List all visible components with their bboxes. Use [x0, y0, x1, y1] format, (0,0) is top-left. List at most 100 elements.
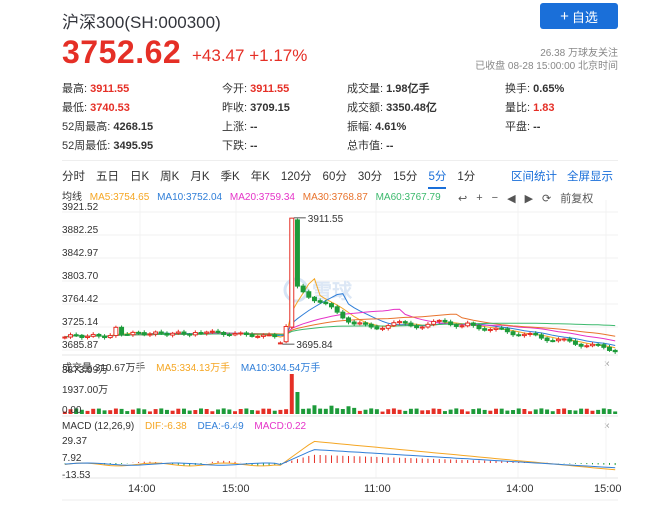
candle-body — [487, 328, 493, 331]
candle-body — [329, 303, 334, 308]
volume-bar — [193, 410, 198, 414]
volume-bar — [414, 408, 419, 414]
candle-body — [533, 332, 539, 336]
candle-body — [380, 327, 386, 330]
volume-bar — [289, 374, 294, 414]
volume-bar — [425, 410, 430, 414]
macd-dea-line — [64, 449, 616, 469]
volume-bar — [329, 405, 334, 414]
candle-body — [266, 334, 272, 337]
candle-body — [578, 343, 584, 347]
candle-body — [73, 334, 79, 337]
candle-body — [198, 332, 204, 335]
candle-body — [431, 320, 437, 325]
candle-body — [255, 335, 261, 338]
candle-body — [459, 325, 465, 328]
volume-bar — [408, 408, 413, 414]
candle-body — [170, 332, 176, 336]
volume-bar — [130, 409, 135, 414]
price-axis-label: 3764.42 — [62, 294, 99, 305]
volume-bar — [108, 410, 113, 414]
candle-body — [340, 311, 346, 319]
volume-axis-label: 3873.99万 — [62, 365, 108, 376]
candle-body — [164, 332, 170, 336]
candle-body — [357, 322, 363, 325]
volume-bar — [176, 408, 181, 414]
volume-bar — [584, 408, 589, 414]
candle-body — [277, 342, 283, 345]
price-axis-label: 3803.70 — [62, 271, 99, 282]
volume-bar — [142, 409, 147, 414]
volume-bar — [579, 408, 584, 414]
volume-bar — [238, 408, 243, 414]
candle-body — [391, 322, 397, 327]
volume-bar — [170, 410, 175, 414]
volume-bar — [477, 408, 481, 414]
volume-bar — [539, 408, 544, 414]
volume-bar — [494, 408, 499, 414]
kline-chart[interactable]: 雪球 3911.55 3695.84 3921.52 3882.25 3842.97 38… — [0, 0, 650, 508]
volume-bar — [85, 410, 90, 414]
high-annotation: 3911.55 — [308, 214, 344, 225]
candle-body — [311, 296, 317, 302]
candle-body — [374, 326, 380, 330]
volume-bar — [261, 408, 266, 414]
volume-bar — [545, 409, 550, 414]
volume-bar — [91, 408, 96, 414]
candle-body — [567, 338, 573, 342]
volume-bar — [516, 408, 521, 414]
volume-bar — [459, 409, 464, 414]
candle-body — [436, 319, 442, 322]
candle-body — [306, 291, 312, 298]
volume-bar — [601, 408, 606, 414]
candle-body — [283, 325, 289, 343]
volume-bar — [431, 408, 436, 414]
volume-bar — [607, 409, 612, 414]
volume-bar — [511, 410, 516, 414]
candle-body — [465, 322, 471, 327]
candle-body — [317, 300, 323, 303]
candle-body — [232, 333, 238, 336]
candle-body — [300, 285, 306, 293]
x-tick-0: 14:00 — [128, 483, 156, 495]
volume-bar — [318, 408, 323, 414]
volume-bar — [465, 411, 470, 414]
candle-body — [158, 331, 164, 334]
candle-body — [289, 217, 295, 328]
volume-bar — [301, 408, 306, 414]
candle-body — [572, 340, 578, 345]
candle-body — [425, 323, 431, 328]
candle-body — [584, 345, 590, 348]
volume-bar — [420, 410, 425, 414]
volume-bar — [346, 406, 351, 414]
volume-bar — [505, 410, 510, 414]
volume-bar — [272, 410, 277, 414]
volume-bar — [448, 409, 453, 414]
volume-bar — [442, 411, 447, 414]
candle-body — [419, 326, 425, 329]
volume-bar — [522, 409, 527, 414]
x-tick-4: 15:00 — [594, 483, 622, 495]
volume-bar — [403, 410, 408, 414]
price-axis-label: 3921.52 — [62, 202, 99, 213]
price-axis-label: 3842.97 — [62, 248, 99, 259]
volume-bar — [221, 408, 226, 414]
volume-bar — [567, 410, 572, 414]
candle-body — [130, 331, 136, 336]
ma60-line — [64, 322, 616, 338]
volume-bar — [102, 410, 107, 414]
candle-body — [442, 319, 448, 323]
candle-body — [607, 346, 612, 351]
candle-body — [589, 343, 595, 347]
price-axis-label: 3685.87 — [62, 340, 99, 351]
candle-body — [561, 338, 567, 341]
volume-bar — [499, 408, 504, 414]
candle-body — [119, 326, 125, 335]
volume-bar — [386, 409, 391, 414]
volume-axis-label: 0.00 — [62, 405, 82, 416]
candle-body — [470, 322, 476, 326]
volume-bar — [136, 408, 141, 414]
candle-body — [107, 335, 113, 339]
volume-bar — [210, 411, 215, 414]
volume-bar — [471, 409, 476, 414]
